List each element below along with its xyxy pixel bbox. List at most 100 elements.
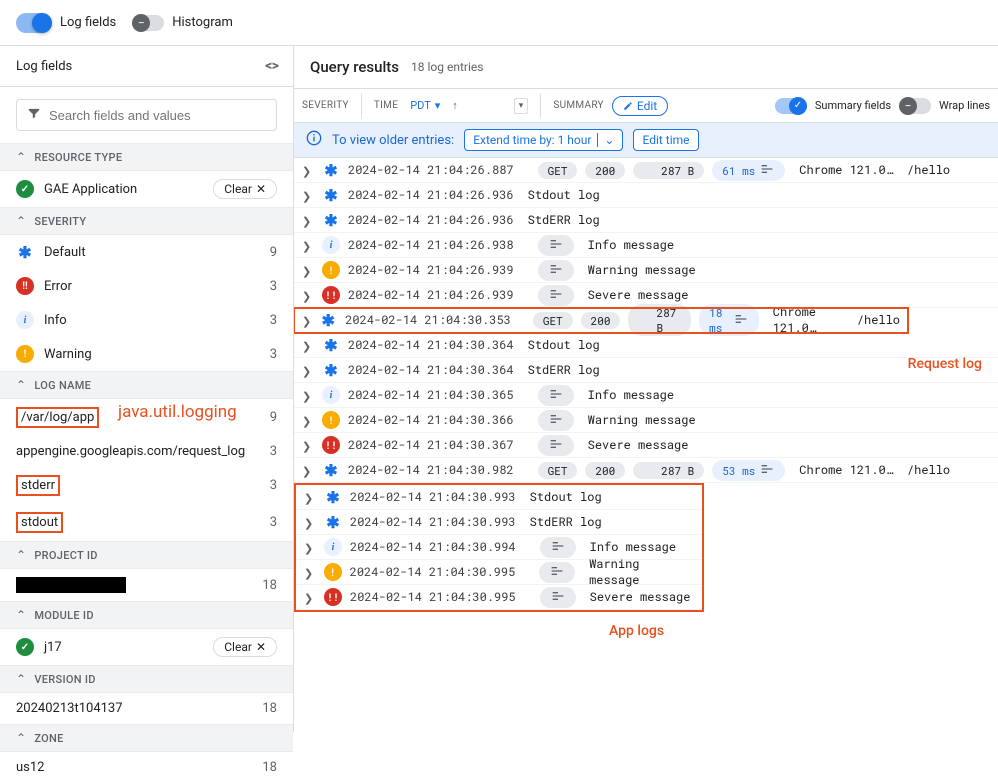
section-header[interactable]: ⌃VERSION ID xyxy=(0,665,293,693)
log-row[interactable]: ❯✱2024-02-14 21:04:30.982GET200287 B53 m… xyxy=(294,458,998,483)
summary-format-icon xyxy=(548,436,564,455)
expand-row-icon[interactable]: ❯ xyxy=(302,338,314,353)
clear-button[interactable]: Clear ✕ xyxy=(213,637,277,657)
section-header[interactable]: ⌃MODULE ID xyxy=(0,601,293,629)
expand-row-icon[interactable]: ❯ xyxy=(304,565,316,580)
sort-asc-icon[interactable]: ↑ xyxy=(452,99,458,112)
field-row[interactable]: !!Error3 xyxy=(0,269,293,303)
expand-row-icon[interactable]: ❯ xyxy=(304,540,316,555)
section-header[interactable]: ⌃LOG NAME xyxy=(0,371,293,399)
log-row[interactable]: ❯✱2024-02-14 21:04:26.936Stdout log xyxy=(294,183,998,208)
log-row[interactable]: ❯i2024-02-14 21:04:26.938Info message xyxy=(294,233,998,258)
field-row[interactable]: 18 xyxy=(0,569,293,601)
time-dropdown[interactable]: ▾ xyxy=(514,98,529,114)
summary-format-icon xyxy=(550,588,566,607)
expand-row-icon[interactable]: ❯ xyxy=(302,238,314,253)
expand-icon[interactable]: < > xyxy=(265,58,277,74)
log-row[interactable]: ❯!2024-02-14 21:04:26.939Warning message xyxy=(294,258,998,283)
expand-row-icon[interactable]: ❯ xyxy=(302,288,314,303)
log-row[interactable]: ❯i2024-02-14 21:04:30.365Info message xyxy=(294,383,998,408)
log-row[interactable]: ❯!2024-02-14 21:04:30.366Warning message xyxy=(294,408,998,433)
expand-row-icon[interactable]: ❯ xyxy=(302,163,314,178)
field-row[interactable]: stderr3 xyxy=(0,467,293,504)
response-size: 287 B xyxy=(633,162,704,179)
section-header[interactable]: ⌃RESOURCE TYPE xyxy=(0,143,293,171)
results-toolbar: SEVERITY TIME PDT ▾ ↑ ▾ SUMMARY Edit ✓ S… xyxy=(294,89,998,123)
annotation-app-logs: App logs xyxy=(609,623,664,639)
expand-row-icon[interactable]: ❯ xyxy=(302,313,311,328)
log-row[interactable]: ❯✱2024-02-14 21:04:30.993StdERR log xyxy=(296,510,702,535)
field-row[interactable]: us1218 xyxy=(0,752,293,783)
expand-row-icon[interactable]: ❯ xyxy=(302,363,314,378)
timestamp: 2024-02-14 21:04:26.939 xyxy=(348,262,514,278)
section-header[interactable]: ⌃ZONE xyxy=(0,724,293,752)
summary-format-icon xyxy=(759,461,775,480)
http-method: GET xyxy=(538,162,578,179)
field-row[interactable]: iInfo3 xyxy=(0,303,293,337)
timestamp: 2024-02-14 21:04:26.939 xyxy=(348,287,514,303)
chevron-up-icon: ⌃ xyxy=(16,214,26,228)
edit-summary-button[interactable]: Edit xyxy=(612,96,668,116)
wrap-lines-toggle[interactable]: − Wrap lines xyxy=(899,98,990,114)
field-row[interactable]: ✓j17Clear ✕ xyxy=(0,629,293,665)
field-count: 3 xyxy=(270,313,277,328)
field-row[interactable]: ✱Default9 xyxy=(0,235,293,269)
log-row[interactable]: ❯!!2024-02-14 21:04:30.367Severe message xyxy=(294,433,998,458)
expand-row-icon[interactable]: ❯ xyxy=(302,263,314,278)
http-status: 200 xyxy=(585,162,625,179)
check-icon: ✓ xyxy=(16,638,34,656)
expand-row-icon[interactable]: ❯ xyxy=(302,213,314,228)
timezone-dropdown[interactable]: PDT ▾ xyxy=(406,97,444,114)
severity-default-icon: ✱ xyxy=(324,488,342,506)
log-row[interactable]: ❯✱2024-02-14 21:04:30.364Stdout log xyxy=(294,333,998,358)
log-fields-toggle[interactable]: Log fields xyxy=(16,13,116,33)
log-row[interactable]: ❯✱2024-02-14 21:04:30.993Stdout log xyxy=(296,485,702,510)
log-row[interactable]: ❯✱2024-02-14 21:04:26.887GET200287 B61 m… xyxy=(294,158,998,183)
expand-row-icon[interactable]: ❯ xyxy=(302,413,314,428)
timestamp: 2024-02-14 21:04:30.367 xyxy=(348,437,514,453)
expand-row-icon[interactable]: ❯ xyxy=(302,388,314,403)
clear-button[interactable]: Clear ✕ xyxy=(213,179,277,199)
expand-row-icon[interactable]: ❯ xyxy=(302,438,314,453)
expand-row-icon[interactable]: ❯ xyxy=(302,188,314,203)
field-row[interactable]: !Warning3 xyxy=(0,337,293,371)
expand-row-icon[interactable]: ❯ xyxy=(302,463,314,478)
log-message: Info message xyxy=(590,539,676,555)
expand-row-icon[interactable]: ❯ xyxy=(304,490,316,505)
field-row[interactable]: stdout3 xyxy=(0,504,293,541)
log-message-pill xyxy=(538,385,574,406)
summary-format-icon xyxy=(550,538,566,557)
field-row[interactable]: 20240213t10413718 xyxy=(0,693,293,724)
field-count: 3 xyxy=(270,279,277,294)
field-label: /var/log/app xyxy=(16,407,99,428)
expand-row-icon[interactable]: ❯ xyxy=(304,590,316,605)
section-header[interactable]: ⌃SEVERITY xyxy=(0,207,293,235)
log-message-pill xyxy=(539,562,575,583)
field-label: us12 xyxy=(16,760,45,775)
field-row[interactable]: appengine.googleapis.com/request_log3 xyxy=(0,436,293,467)
expand-row-icon[interactable]: ❯ xyxy=(304,515,316,530)
chevron-up-icon: ⌃ xyxy=(16,672,26,686)
results-header: Query results 18 log entries xyxy=(294,46,998,89)
log-message: StdERR log xyxy=(528,362,600,378)
log-row[interactable]: ❯!2024-02-14 21:04:30.995Warning message xyxy=(296,560,702,585)
section-header[interactable]: ⌃PROJECT ID xyxy=(0,541,293,569)
extend-time-button[interactable]: Extend time by: 1 hour⌄ xyxy=(464,129,623,151)
field-row[interactable]: ✓GAE ApplicationClear ✕ xyxy=(0,171,293,207)
log-row[interactable]: ❯!!2024-02-14 21:04:30.995Severe message xyxy=(296,585,702,610)
log-row[interactable]: ❯✱2024-02-14 21:04:30.364StdERR log xyxy=(294,358,998,383)
timestamp: 2024-02-14 21:04:26.887 xyxy=(348,162,514,178)
app-logs-highlight: ❯✱2024-02-14 21:04:30.993Stdout log❯✱202… xyxy=(294,483,704,612)
severity-warning-icon: ! xyxy=(322,261,340,279)
timestamp: 2024-02-14 21:04:30.995 xyxy=(350,589,516,605)
log-row[interactable]: ❯✱2024-02-14 21:04:26.936StdERR log xyxy=(294,208,998,233)
search-input[interactable] xyxy=(16,99,277,131)
log-message-pill xyxy=(538,435,574,456)
summary-fields-toggle[interactable]: ✓ Summary fields xyxy=(775,98,891,114)
log-row[interactable]: ❯✱2024-02-14 21:04:30.353GET200287 B18 m… xyxy=(294,308,908,333)
histogram-toggle[interactable]: − Histogram xyxy=(132,15,233,31)
results-count: 18 log entries xyxy=(411,60,483,74)
http-method: GET xyxy=(538,462,578,479)
log-message-pill xyxy=(540,587,576,608)
edit-time-button[interactable]: Edit time xyxy=(633,129,698,151)
